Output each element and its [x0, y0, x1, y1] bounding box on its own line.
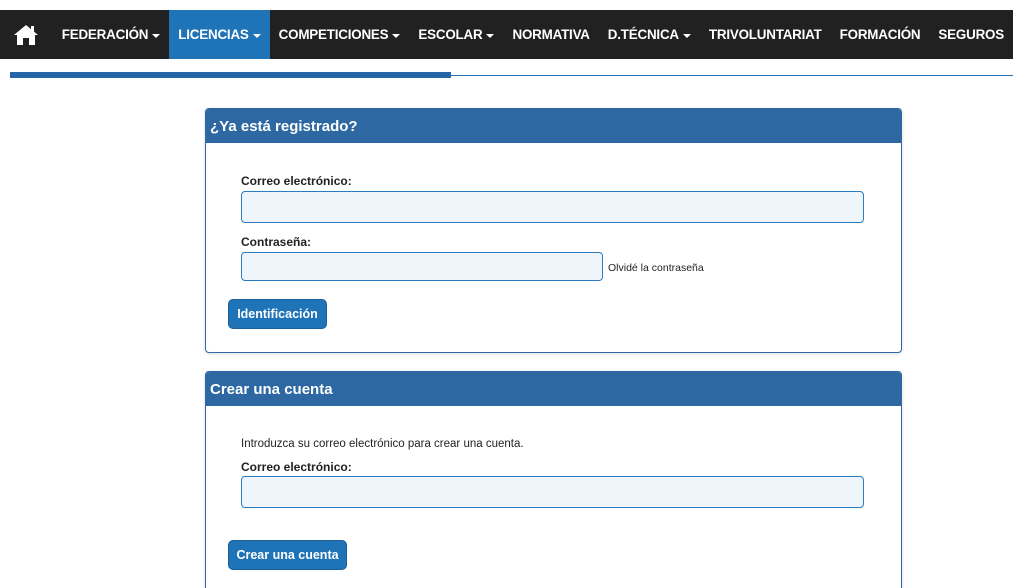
nav-item-competiciones[interactable]: COMPETICIONES: [270, 10, 410, 59]
login-password-label: Contraseña:: [241, 235, 312, 249]
nav-item-label: ESCOLAR: [418, 27, 483, 42]
nav-item-label: LICENCIAS: [178, 27, 249, 42]
login-password-input[interactable]: [241, 252, 603, 281]
nav-item-label: D.TÉCNICA: [607, 27, 679, 42]
nav-item-label: NORMATIVA: [512, 27, 590, 42]
nav-item-federaci-n[interactable]: FEDERACIÓN: [53, 10, 170, 59]
nav-item-trivoluntariat[interactable]: TRIVOLUNTARIAT: [700, 10, 831, 59]
nav-item-seguros[interactable]: SEGUROS: [929, 10, 1013, 59]
signup-panel-title: Crear una cuenta: [206, 372, 901, 406]
nav-menu: FEDERACIÓN LICENCIAS COMPETICIONES ESCOLAR N…: [53, 10, 1013, 59]
progress-track: [10, 72, 1013, 78]
nav-item-formaci-n[interactable]: FORMACIÓN: [831, 10, 930, 59]
home-icon: [14, 24, 39, 45]
caret-down-icon: [682, 33, 691, 38]
caret-down-icon: [486, 33, 495, 38]
nav-item-label: FORMACIÓN: [839, 27, 921, 42]
signup-intro-text: Introduzca su correo electrónico para cr…: [241, 438, 524, 450]
nav-item-label: COMPETICIONES: [278, 27, 389, 42]
caret-down-icon: [252, 33, 261, 38]
nav-item-d-t-cnica[interactable]: D.TÉCNICA: [599, 10, 700, 59]
login-email-label: Correo electrónico:: [241, 174, 352, 188]
main-navbar: FEDERACIÓN LICENCIAS COMPETICIONES ESCOLAR N…: [0, 10, 1013, 59]
nav-item-label: TRIVOLUNTARIAT: [708, 27, 822, 42]
signup-panel: Crear una cuenta Introduzca su correo el…: [205, 371, 902, 588]
nav-item-escolar[interactable]: ESCOLAR: [409, 10, 503, 59]
progress-fill: [10, 72, 451, 78]
caret-down-icon: [152, 33, 161, 38]
login-panel: ¿Ya está registrado? Correo electrónico:…: [205, 108, 902, 353]
nav-item-licencias[interactable]: LICENCIAS: [169, 10, 270, 59]
login-email-input[interactable]: [241, 191, 864, 223]
login-panel-title: ¿Ya está registrado?: [206, 109, 901, 143]
login-submit-button[interactable]: Identificación: [228, 299, 327, 329]
nav-item-label: FEDERACIÓN: [61, 27, 149, 42]
nav-item-normativa[interactable]: NORMATIVA: [503, 10, 598, 59]
signup-email-label: Correo electrónico:: [241, 460, 352, 474]
caret-down-icon: [392, 33, 401, 38]
nav-item-label: SEGUROS: [938, 27, 1004, 42]
forgot-password-link[interactable]: Olvidé la contraseña: [608, 262, 704, 274]
signup-email-input[interactable]: [241, 476, 864, 508]
home-button[interactable]: [0, 10, 53, 59]
signup-submit-button[interactable]: Crear una cuenta: [228, 540, 347, 570]
